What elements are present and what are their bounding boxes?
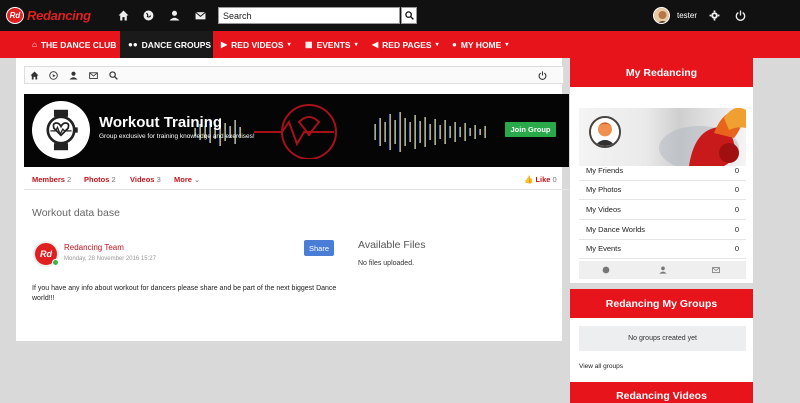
files-title: Available Files <box>358 239 426 251</box>
stat-row-photos[interactable]: My Photos 0 <box>579 180 746 200</box>
share-button[interactable]: Share <box>304 240 334 256</box>
stat-row-videos[interactable]: My Videos 0 <box>579 200 746 220</box>
stat-row-friends[interactable]: My Friends 0 <box>579 161 746 181</box>
tab-videos[interactable]: Videos 3 <box>130 175 161 184</box>
user-icon[interactable] <box>167 8 181 22</box>
nav-item-dance-club[interactable]: ⌂ THE DANCE CLUB <box>24 31 124 58</box>
section-title: Workout data base <box>32 207 120 219</box>
home-icon: ⌂ <box>32 40 37 49</box>
stat-row-dance-worlds[interactable]: My Dance Worlds 0 <box>579 220 746 240</box>
search-icon[interactable] <box>108 70 119 81</box>
my-groups-title: Redancing My Groups <box>570 289 753 318</box>
profile-avatar[interactable] <box>589 116 621 148</box>
files-empty-message: No files uploaded. <box>358 260 415 267</box>
main-nav: ⌂ THE DANCE CLUB ●● DANCE GROUPS ▶ RED VIDE… <box>0 31 800 58</box>
videos-title: Redancing Videos <box>570 382 753 403</box>
view-all-groups-link[interactable]: View all groups <box>579 363 623 370</box>
watch-heart-icon <box>46 109 78 151</box>
search-input[interactable] <box>218 7 400 24</box>
user-avatar[interactable] <box>653 7 670 24</box>
tab-members[interactable]: Members 2 <box>32 175 71 184</box>
mail-icon[interactable] <box>711 265 721 275</box>
tab-photos[interactable]: Photos 2 <box>84 175 116 184</box>
tab-more[interactable]: More ⌄ <box>174 175 200 184</box>
user-icon[interactable] <box>68 70 79 81</box>
post-text: If you have any info about workout for d… <box>32 285 337 302</box>
megaphone-icon: ◀ <box>372 40 379 49</box>
online-status-dot <box>52 259 59 266</box>
nav-item-dance-groups[interactable]: ●● DANCE GROUPS <box>120 31 213 58</box>
search-icon <box>404 11 414 20</box>
right-sidebar: My Redancing My Friends 0 My Photos 0 My V… <box>570 58 753 403</box>
group-title: Workout Training <box>99 114 223 131</box>
home-icon[interactable] <box>29 70 40 81</box>
no-groups-message: No groups created yet <box>579 326 746 351</box>
power-icon[interactable] <box>733 8 747 22</box>
post-author-link[interactable]: Redancing Team <box>64 243 124 252</box>
globe-icon[interactable] <box>601 265 611 275</box>
chevron-down-icon: ▾ <box>505 42 509 48</box>
profile-actions <box>579 261 746 279</box>
chevron-down-icon: ▾ <box>354 42 358 48</box>
play-icon: ▶ <box>221 40 228 49</box>
power-icon[interactable] <box>537 70 548 81</box>
user-icon: ● <box>452 40 457 49</box>
group-toolbar <box>24 66 564 84</box>
thumbs-up-icon: 👍 <box>524 175 534 184</box>
logo-text: Redancing <box>27 8 91 23</box>
chevron-down-icon: ⌄ <box>194 175 201 184</box>
group-tabs: Members 2 Photos 2 Videos 3 More ⌄ 👍 Lik… <box>24 168 569 190</box>
mail-icon[interactable] <box>193 8 207 22</box>
search-button[interactable] <box>401 7 417 24</box>
users-icon: ●● <box>128 40 138 49</box>
my-redancing-box: My Redancing My Friends 0 My Photos 0 My V… <box>570 58 753 283</box>
like-button[interactable]: 👍 Like 0 <box>524 175 557 184</box>
nav-item-red-pages[interactable]: ◀ RED PAGES ▾ <box>364 31 447 58</box>
group-logo <box>32 101 90 159</box>
top-bar: Rd Redancing tester <box>0 0 800 31</box>
group-panel: Workout Training Group exclusive for tra… <box>16 58 569 341</box>
calendar-icon: ▦ <box>305 40 313 49</box>
globe-icon[interactable] <box>48 70 59 81</box>
join-group-button[interactable]: Join Group <box>505 122 556 137</box>
chevron-down-icon: ▾ <box>435 42 439 48</box>
videos-box: Redancing Videos <box>570 382 753 403</box>
user-name[interactable]: tester <box>677 11 697 20</box>
brand-logo[interactable]: Rd Redancing <box>6 7 91 24</box>
my-redancing-title: My Redancing <box>570 58 753 87</box>
nav-item-my-home[interactable]: ● MY HOME ▾ <box>444 31 516 58</box>
gear-icon[interactable] <box>707 8 721 22</box>
logo-badge: Rd <box>6 7 24 24</box>
post-date: Monday, 28 November 2016 15:27 <box>64 256 156 262</box>
user-icon[interactable] <box>658 265 668 275</box>
chevron-down-icon: ▾ <box>287 42 291 48</box>
nav-item-red-videos[interactable]: ▶ RED VIDEOS ▾ <box>213 31 299 58</box>
stat-row-events[interactable]: My Events 0 <box>579 239 746 259</box>
group-subtitle: Group exclusive for training knowledge a… <box>99 133 255 140</box>
profile-cover[interactable] <box>579 108 746 166</box>
mail-icon[interactable] <box>88 70 99 81</box>
globe-icon[interactable] <box>141 8 155 22</box>
group-banner: Workout Training Group exclusive for tra… <box>24 94 569 167</box>
nav-item-events[interactable]: ▦ EVENTS ▾ <box>297 31 366 58</box>
home-icon[interactable] <box>116 8 130 22</box>
